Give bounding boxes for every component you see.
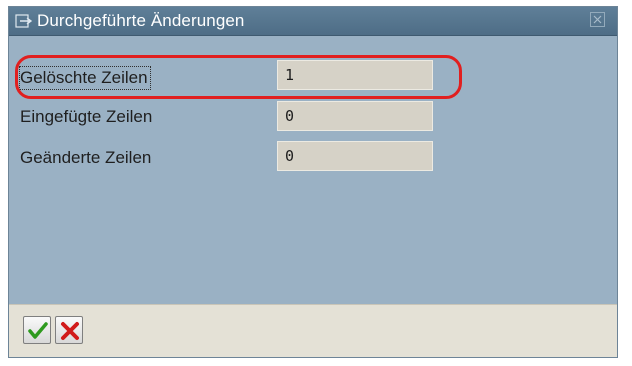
inserted-rows-label: Eingefügte Zeilen: [20, 107, 153, 126]
close-icon: [593, 15, 602, 24]
dialog-title-icon: [15, 13, 33, 29]
inserted-rows-field: 0: [277, 101, 433, 131]
dialog-footer: [9, 304, 617, 357]
close-button[interactable]: [590, 12, 605, 27]
changed-rows-label: Geänderte Zeilen: [20, 148, 152, 167]
dialog-titlebar: Durchgeführte Änderungen: [9, 7, 617, 36]
changed-rows-field: 0: [277, 141, 433, 171]
annotation-highlight: [15, 55, 462, 99]
changes-dialog: Durchgeführte Änderungen Gelöschte Zeile…: [8, 6, 618, 358]
cancel-button[interactable]: [55, 316, 83, 344]
check-icon: [28, 322, 48, 339]
dialog-title: Durchgeführte Änderungen: [37, 11, 245, 30]
cross-icon: [61, 322, 79, 340]
confirm-button[interactable]: [23, 316, 51, 344]
